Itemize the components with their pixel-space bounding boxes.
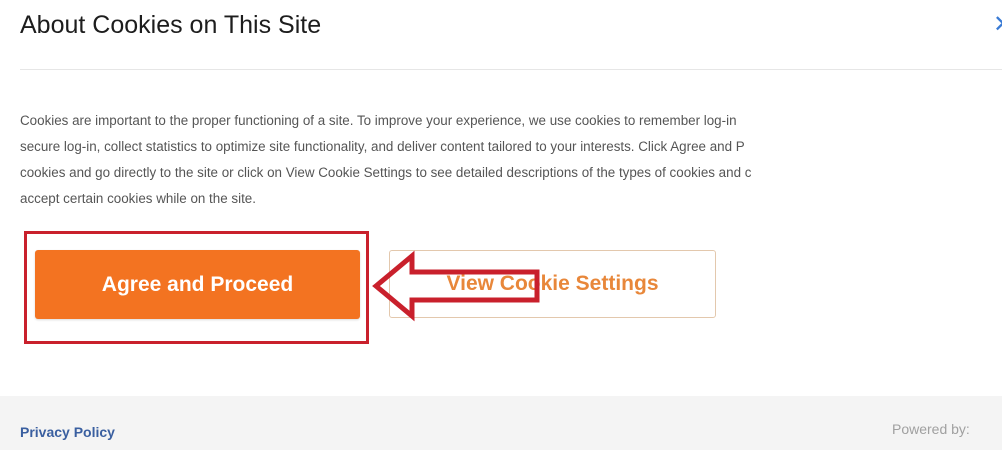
close-icon[interactable]: ✕ bbox=[993, 10, 1002, 40]
title-divider bbox=[20, 69, 1002, 70]
dialog-title: About Cookies on This Site bbox=[20, 11, 322, 39]
description-line: secure log-in, collect statistics to opt… bbox=[20, 139, 745, 154]
dialog-footer: Privacy Policy Powered by: bbox=[0, 396, 1002, 450]
description-line: cookies and go directly to the site or c… bbox=[20, 165, 752, 180]
description-line: Cookies are important to the proper func… bbox=[20, 113, 737, 128]
powered-by-label: Powered by: bbox=[892, 421, 970, 437]
cookie-description: Cookies are important to the proper func… bbox=[20, 108, 1002, 212]
left-arrow-icon bbox=[372, 250, 540, 322]
cookie-dialog: About Cookies on This Site ✕ Cookies are… bbox=[0, 0, 1002, 450]
privacy-policy-link[interactable]: Privacy Policy bbox=[20, 424, 115, 440]
agree-and-proceed-button[interactable]: Agree and Proceed bbox=[35, 250, 360, 319]
description-line: accept certain cookies while on the site… bbox=[20, 191, 256, 206]
